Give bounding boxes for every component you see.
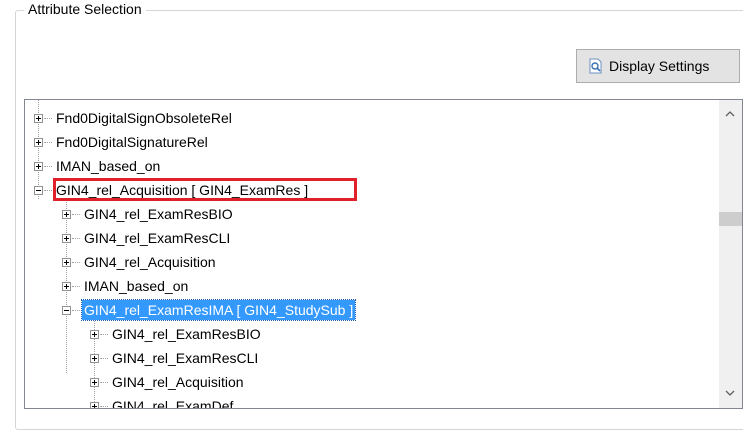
tree-item-selected[interactable]: GIN4_rel_ExamResIMA [ GIN4_StudySub ] [62,298,357,322]
plus-box-icon[interactable] [34,137,43,147]
plus-box-icon[interactable] [62,281,71,291]
tree-item-label: GIN4_rel_ExamResCLI [84,230,231,246]
annotation-highlight-box [53,178,357,201]
tree-item-label: Fnd0DigitalSignatureRel [56,134,208,150]
tree-item[interactable]: IMAN_based_on [34,154,162,178]
tree-item[interactable]: IMAN_based_on [62,274,190,298]
plus-box-icon[interactable] [90,377,99,387]
tree-item-label: GIN4_rel_ExamResCLI [112,350,259,366]
tree-item-label: IMAN_based_on [56,158,161,174]
display-settings-label: Display Settings [609,58,710,74]
tree-item-label: Fnd0DigitalSignObsoleteRel [56,110,232,126]
tree-item[interactable]: GIN4_rel_ExamResBIO [90,322,263,346]
tree-item[interactable]: GIN4_rel_ExamResBIO [62,202,235,226]
plus-box-icon[interactable] [90,329,99,339]
tree-item[interactable]: Fnd0DigitalSignatureRel [34,130,210,154]
tree-item[interactable]: GIN4_rel_Acquisition [90,370,246,394]
plus-box-icon[interactable] [34,161,43,171]
attribute-tree[interactable]: Fnd0DigitalSignObsoleteRel Fnd0DigitalSi… [24,99,743,409]
scrollbar-thumb[interactable] [719,212,742,226]
tree-item[interactable]: GIN4_rel_ExamResCLI [62,226,232,250]
tree-item-label: GIN4_rel_ExamResBIO [84,206,233,222]
scroll-down-arrow-icon[interactable] [724,387,736,399]
plus-box-icon[interactable] [90,401,99,408]
tree-item[interactable]: Fnd0DigitalSignObsoleteRel [34,106,234,130]
magnifier-page-icon [589,58,603,74]
tree-item-label: GIN4_rel_ExamDef [112,398,234,409]
minus-box-icon[interactable] [62,305,71,315]
plus-box-icon[interactable] [34,113,43,123]
tree-item[interactable]: GIN4_rel_ExamDef [90,394,235,409]
tree-item-label: IMAN_based_on [84,278,189,294]
scroll-up-arrow-icon[interactable] [724,108,736,120]
tree-item[interactable]: GIN4_rel_ExamResCLI [90,346,260,370]
plus-box-icon[interactable] [62,209,71,219]
minus-box-icon[interactable] [34,185,43,195]
plus-box-icon[interactable] [90,353,99,363]
tree-item-label: GIN4_rel_ExamResBIO [112,326,261,342]
display-settings-button[interactable]: Display Settings [576,49,740,83]
tree-item[interactable]: GIN4_rel_Acquisition [62,250,218,274]
vertical-scrollbar[interactable] [719,100,742,408]
plus-box-icon[interactable] [62,257,71,267]
tree-item-label: GIN4_rel_ExamResIMA [ GIN4_StudySub ] [80,299,357,321]
tree-item-label: GIN4_rel_Acquisition [84,254,216,270]
plus-box-icon[interactable] [62,233,71,243]
tree-item-label: GIN4_rel_Acquisition [112,374,244,390]
group-title: Attribute Selection [24,1,146,17]
